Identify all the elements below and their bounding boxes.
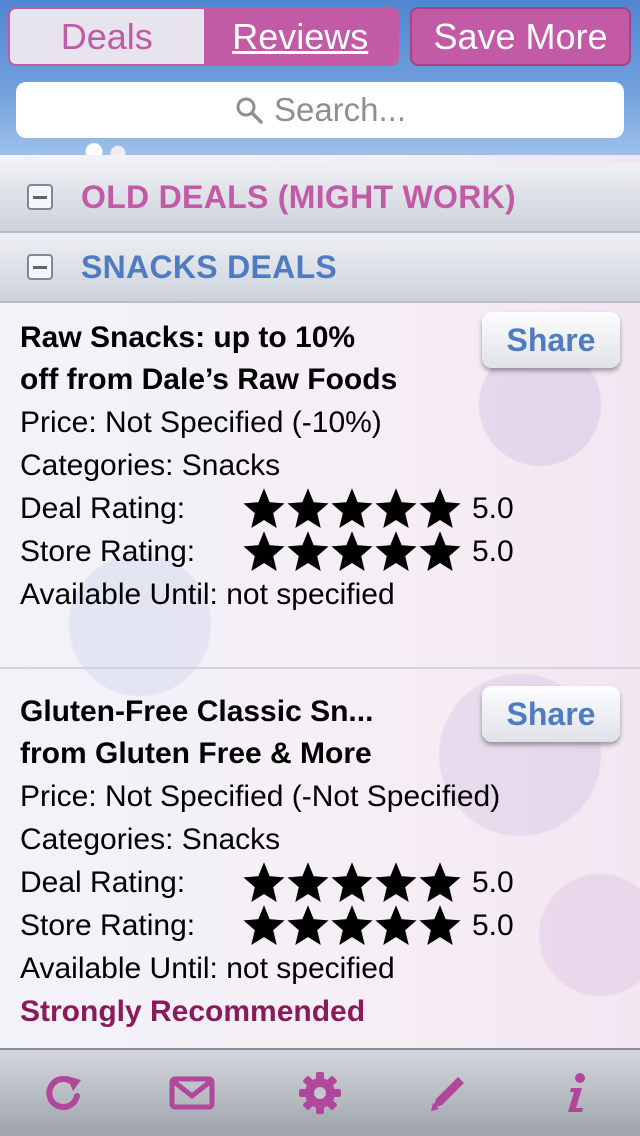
segment-deals[interactable]: Deals [10,9,204,64]
deal-name-line2: off from Dale’s Raw Foods [20,363,398,396]
deal-available-until: Available Until: not specified [20,952,395,985]
search-icon [236,97,263,124]
deal-rating-value: 5.0 [472,491,514,525]
collapse-icon[interactable] [27,184,53,210]
star-filled-icon [419,530,461,571]
deal-available-until: Available Until: not specified [20,578,395,611]
store-rating-label: Store Rating: [20,534,196,568]
gear-icon[interactable] [297,1070,343,1116]
deal-name-line1: Raw Snacks: up to 10% [20,321,356,354]
section-title: SNACKS DEALS [81,248,338,285]
segmented-control: Deals Reviews [8,7,399,66]
store-rating-row: Store Rating: 5.0 [20,530,620,573]
share-button[interactable]: Share [482,686,620,742]
deal-rating-label: Deal Rating: [20,491,186,525]
deal-name-line1: Gluten-Free Classic Sn... [20,695,374,728]
star-filled-icon [375,904,417,945]
star-filled-icon [419,904,461,945]
store-rating-stars [242,530,462,573]
deal-categories: Categories: Snacks [20,823,281,856]
star-filled-icon [375,530,417,571]
star-filled-icon [375,487,417,528]
star-filled-icon [331,487,373,528]
store-rating-row: Store Rating: 5.0 [20,904,620,947]
star-filled-icon [243,861,285,902]
pencil-icon[interactable] [425,1070,471,1116]
deals-list[interactable]: OLD DEALS (MIGHT WORK) SNACKS DEALS Raw … [0,155,640,1048]
star-filled-icon [287,904,329,945]
deal-price: Price: Not Specified (-Not Specified) [20,780,501,813]
store-rating-value: 5.0 [472,908,514,942]
section-header-old-deals[interactable]: OLD DEALS (MIGHT WORK) [0,163,640,233]
star-filled-icon [287,487,329,528]
store-rating-label: Store Rating: [20,908,196,942]
deal-card[interactable]: Raw Snacks: up to 10% off from Dale’s Ra… [0,295,640,669]
info-icon[interactable] [553,1070,599,1116]
deal-price: Price: Not Specified (-10%) [20,406,382,439]
refresh-icon[interactable] [41,1070,87,1116]
store-rating-value: 5.0 [472,534,514,568]
header-decoration [70,138,150,155]
share-button[interactable]: Share [482,312,620,368]
star-filled-icon [287,861,329,902]
segment-reviews[interactable]: Reviews [203,9,397,64]
star-filled-icon [331,530,373,571]
star-filled-icon [243,530,285,571]
bottom-toolbar [0,1048,640,1136]
star-filled-icon [419,487,461,528]
star-filled-icon [287,530,329,571]
deal-rating-stars [242,487,462,530]
deal-rating-stars [242,861,462,904]
star-filled-icon [419,861,461,902]
recommendation-label: Strongly Recommended [20,995,366,1028]
deal-card[interactable]: Gluten-Free Classic Sn... from Gluten Fr… [0,669,640,1048]
star-filled-icon [243,487,285,528]
deal-rating-value: 5.0 [472,865,514,899]
star-filled-icon [331,904,373,945]
star-filled-icon [375,861,417,902]
collapse-icon[interactable] [27,254,53,280]
star-filled-icon [331,861,373,902]
deal-rating-row: Deal Rating: 5.0 [20,861,620,904]
deal-rating-label: Deal Rating: [20,865,186,899]
save-more-button[interactable]: Save More [410,7,631,66]
deal-categories: Categories: Snacks [20,449,281,482]
store-rating-stars [242,904,462,947]
header-bar: Deals Reviews Save More Search... [0,0,640,155]
search-field[interactable]: Search... [16,82,624,138]
mail-icon[interactable] [169,1070,215,1116]
section-header-snacks-deals[interactable]: SNACKS DEALS [0,233,640,303]
deal-name-line2: from Gluten Free & More [20,737,372,770]
star-filled-icon [243,904,285,945]
deal-rating-row: Deal Rating: 5.0 [20,487,620,530]
search-placeholder: Search... [273,91,407,128]
section-title: OLD DEALS (MIGHT WORK) [81,178,516,215]
